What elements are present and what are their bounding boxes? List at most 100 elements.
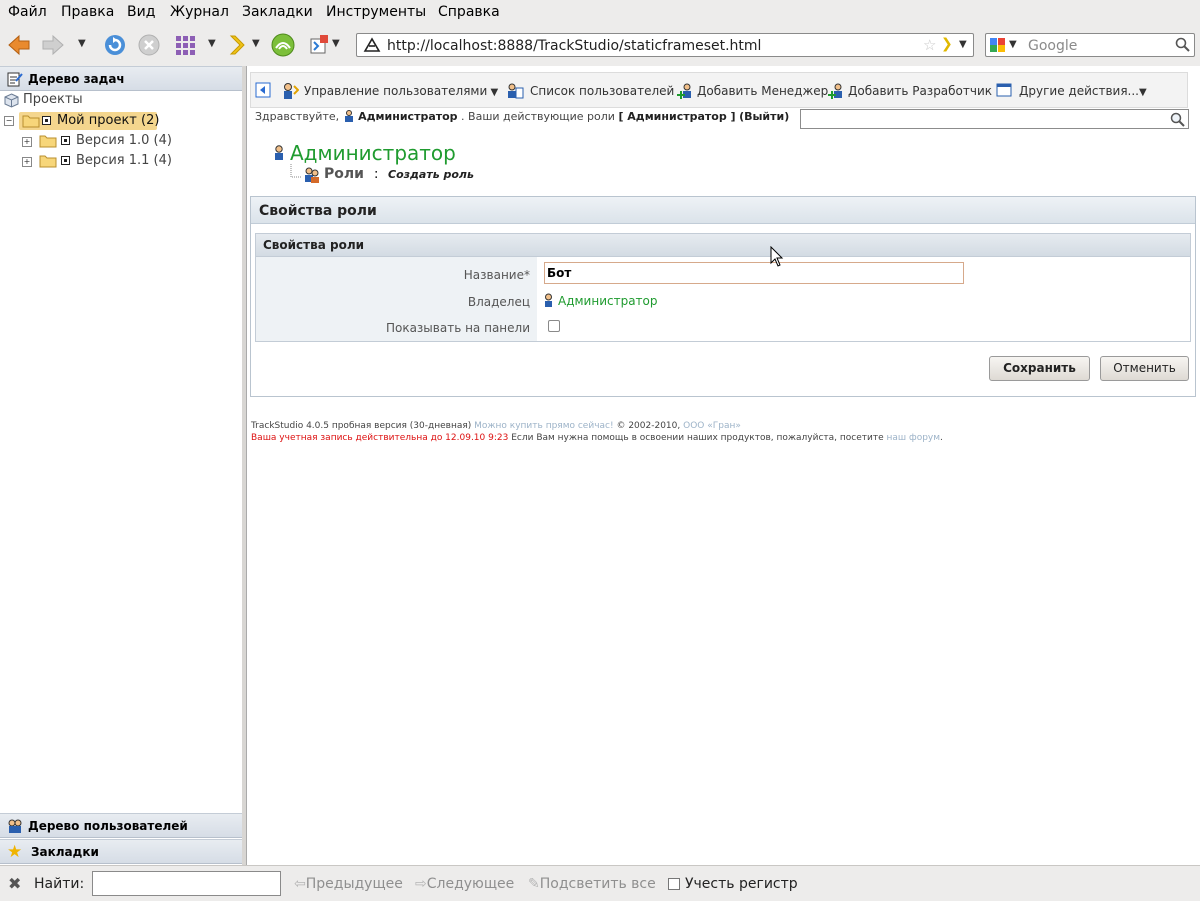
menu-file[interactable]: Файл — [8, 4, 47, 20]
show-on-panel-checkbox[interactable] — [548, 320, 560, 332]
task-tree-title: Дерево задач — [28, 72, 125, 86]
apps-dropdown-icon[interactable]: ▼ — [208, 38, 216, 49]
owner-label: Владелец — [467, 295, 530, 309]
find-next-button[interactable]: ⇨Следующее — [415, 876, 514, 892]
folder-icon — [39, 135, 57, 148]
footer-version-line: TrackStudio 4.0.5 пробная версия (30-дне… — [251, 421, 741, 431]
name-label: Название* — [463, 268, 530, 282]
add-developer-button[interactable]: Добавить Разработчик — [848, 84, 992, 98]
close-icon[interactable]: ✖ — [8, 874, 21, 893]
menu-bookmarks[interactable]: Закладки — [242, 4, 313, 20]
url-dropdown-icon[interactable]: ▼ — [959, 39, 967, 50]
menu-history[interactable]: Журнал — [170, 4, 229, 20]
users-icon — [8, 819, 22, 833]
stop-icon[interactable] — [136, 32, 162, 58]
save-button[interactable]: Сохранить — [989, 356, 1090, 381]
web-search-bar[interactable]: ▼ Google — [985, 33, 1195, 57]
label-column: Название* Владелец Показывать на панели — [256, 257, 537, 341]
expand-icon[interactable]: + — [22, 157, 32, 167]
collapse-panel-icon[interactable] — [255, 82, 271, 98]
apps-grid-icon[interactable] — [172, 32, 198, 58]
star-icon: ★ — [7, 842, 23, 862]
reload-icon[interactable] — [102, 32, 128, 58]
roles-icon — [305, 167, 319, 183]
folder-icon — [22, 115, 40, 128]
chevron-right-icon[interactable] — [224, 32, 250, 58]
role-properties-section: Свойства роли Название* Владелец Показыв… — [255, 233, 1191, 342]
highlight-all-button[interactable]: ✎Подсветить все — [528, 876, 656, 892]
puzzle-icon[interactable] — [306, 32, 332, 58]
buy-link[interactable]: Можно купить прямо сейчас! — [474, 421, 613, 431]
role-name-input[interactable] — [544, 262, 964, 284]
logout-link[interactable]: (Выйти) — [739, 110, 789, 123]
history-dropdown-icon[interactable]: ▼ — [78, 38, 86, 49]
find-previous-button[interactable]: ⇦Предыдущее — [294, 876, 403, 892]
menu-tools[interactable]: Инструменты — [326, 4, 426, 20]
expand-icon[interactable]: + — [22, 137, 32, 147]
find-bar: ✖ Найти: ⇦Предыдущее ⇨Следующее ✎Подсвет… — [0, 865, 1200, 901]
footer-version: TrackStudio 4.0.5 пробная версия (30-дне… — [251, 421, 472, 431]
user-tree-header[interactable]: Дерево пользователей — [0, 813, 242, 838]
chevron-down-icon: ▼ — [487, 87, 499, 98]
page-icon — [363, 37, 381, 52]
puzzle-dropdown-icon[interactable]: ▼ — [332, 38, 340, 49]
action-toolbar: Управление пользователями ▼ Список польз… — [250, 72, 1188, 108]
greeting-user-link[interactable]: Администратор — [358, 110, 457, 123]
menu-edit[interactable]: Правка — [61, 4, 114, 20]
menu-help[interactable]: Справка — [438, 4, 500, 20]
collapse-icon[interactable]: − — [4, 116, 14, 126]
breadcrumb-roles[interactable]: Роли — [324, 166, 364, 182]
user-tree-title: Дерево пользователей — [28, 819, 188, 833]
user-list-button[interactable]: Список пользователей — [530, 84, 674, 98]
page-title[interactable]: Администратор — [290, 141, 456, 165]
folder-icon — [39, 155, 57, 168]
other-actions-menu[interactable]: Другие действия...▼ — [1019, 84, 1147, 98]
manage-users-label: Управление пользователями — [304, 84, 488, 98]
cancel-button[interactable]: Отменить — [1100, 356, 1189, 381]
role-properties-panel: Свойства роли Свойства роли Название* Вл… — [250, 196, 1196, 397]
menu-view[interactable]: Вид — [127, 4, 155, 20]
add-developer-icon — [828, 83, 842, 99]
search-icon[interactable] — [1170, 112, 1185, 127]
status-square-icon — [42, 116, 51, 125]
task-tree-icon — [7, 72, 23, 87]
url-bar[interactable]: http://localhost:8888/TrackStudio/static… — [356, 33, 974, 57]
chevron-dropdown-icon[interactable]: ▼ — [252, 38, 260, 49]
back-icon[interactable] — [6, 32, 32, 58]
manage-users-menu[interactable]: Управление пользователями ▼ — [304, 84, 498, 98]
match-case-checkbox[interactable] — [668, 878, 680, 890]
add-manager-button[interactable]: Добавить Менеджер — [697, 84, 828, 98]
user-icon — [545, 293, 552, 307]
section-title: Свойства роли — [263, 238, 365, 252]
find-input[interactable] — [92, 871, 281, 896]
company-link[interactable]: ООО «Гран» — [683, 421, 741, 431]
forum-link[interactable]: наш форум — [887, 433, 941, 443]
tree-project-label: Мой проект (2) — [57, 113, 160, 128]
chevron-icon[interactable]: ❯ — [941, 36, 953, 52]
engine-dropdown-icon[interactable]: ▼ — [1009, 39, 1017, 50]
task-tree-header[interactable]: Дерево задач — [0, 66, 242, 91]
tree-node-project[interactable]: − Мой проект (2) — [4, 112, 159, 130]
owner-link[interactable]: Администратор — [558, 294, 658, 308]
section-title-bar: Свойства роли — [256, 234, 1190, 257]
star-bookmark-icon[interactable]: ☆ — [923, 36, 936, 54]
arrow-left-icon: ⇦ — [294, 876, 306, 892]
left-pane: Дерево задач Проекты − Мой проект (2) + … — [0, 66, 243, 865]
search-icon[interactable] — [1175, 37, 1191, 53]
find-next-label: Следующее — [426, 876, 515, 892]
forward-icon[interactable] — [40, 32, 66, 58]
url-text: http://localhost:8888/TrackStudio/static… — [387, 38, 762, 54]
tree-version-label: Версия 1.0 (4) — [76, 133, 172, 148]
user-list-icon — [508, 83, 524, 99]
main-content: Управление пользователями ▼ Список польз… — [247, 66, 1200, 865]
highlight-all-label: Подсветить все — [539, 876, 656, 892]
bookmarks-header[interactable]: ★ Закладки — [0, 839, 242, 864]
feed-icon[interactable] — [270, 32, 296, 58]
arrow-right-icon: ⇨ — [415, 876, 427, 892]
footer-account-line: Ваша учетная запись действительна до 12.… — [251, 433, 943, 443]
google-icon[interactable] — [989, 37, 1007, 53]
greeting-role: [ Администратор ] — [618, 110, 736, 123]
quick-search-input[interactable] — [800, 109, 1189, 129]
chevron-down-icon: ▼ — [1139, 87, 1147, 98]
panel-title-bar: Свойства роли — [251, 197, 1195, 224]
